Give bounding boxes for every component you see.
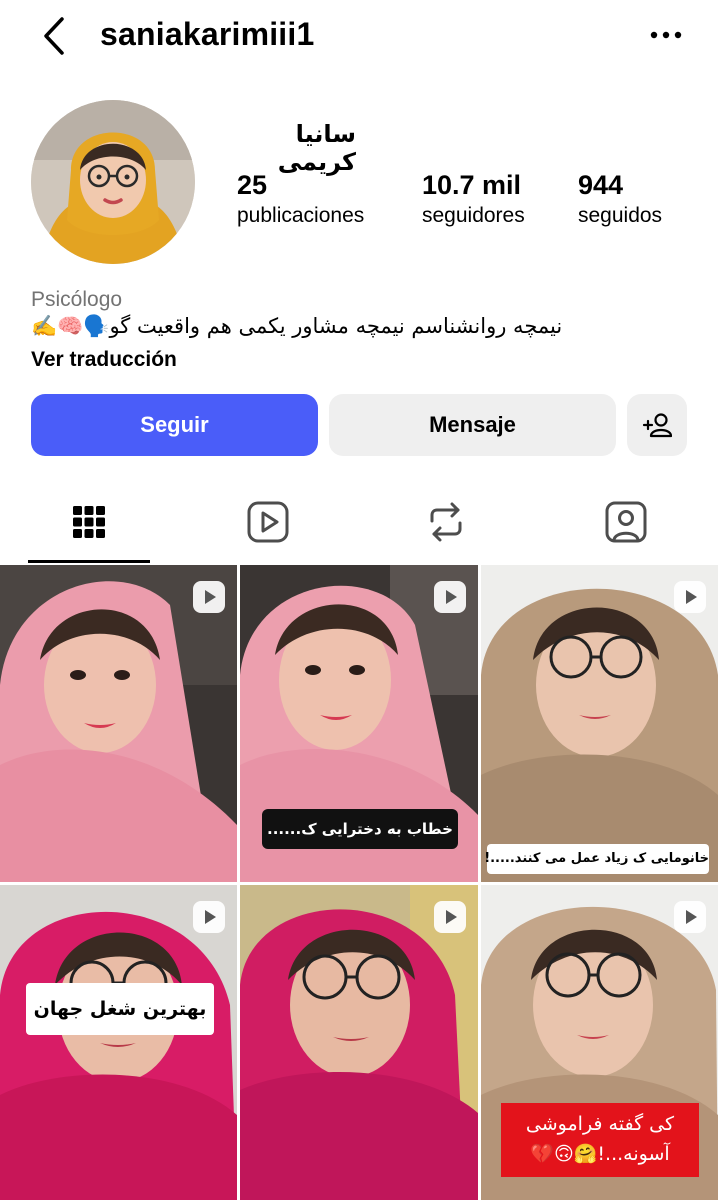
profile-category: Psicólogo [31,288,123,311]
tab-posts[interactable] [29,480,149,564]
followers-label: seguidores [422,204,525,227]
grid-post-3[interactable]: خانومایی ک زیاد عمل می کنند.....! [481,565,718,882]
posts-grid: خطاب به دخترایی ک...... خانومایی ک زیاد … [0,565,718,1200]
post-caption: خطاب به دخترایی ک...... [262,809,458,849]
posts-label: publicaciones [237,204,365,227]
grid-post-1[interactable] [0,565,237,882]
follow-button[interactable]: Seguir [31,394,318,456]
username-title: saniakarimiii1 [100,16,315,52]
grid-post-6[interactable]: کی گفته فراموشی آسونه...!🤗🙃💔 [481,885,718,1200]
post-caption: خانومایی ک زیاد عمل می کنند.....! [484,844,709,874]
following-stat[interactable]: 944 seguidos [578,168,662,230]
chevron-left-icon [44,17,64,55]
profile-header: saniakarimiii1 [0,0,718,80]
tab-reels[interactable] [208,480,328,564]
reel-indicator-icon [434,581,466,613]
reel-indicator-icon [193,581,225,613]
repost-icon [430,502,462,542]
more-horizontal-icon [650,31,682,39]
more-options-button[interactable] [644,20,688,50]
profile-tabs [0,480,718,566]
post-caption: کی گفته فراموشی آسونه...!🤗🙃💔 [501,1103,699,1177]
profile-avatar[interactable] [31,100,195,264]
grid-icon [73,506,105,538]
message-button[interactable]: Mensaje [329,394,616,456]
followers-count: 10.7 mil [422,170,522,200]
back-button[interactable] [34,14,74,58]
tab-reposts[interactable] [386,480,506,564]
grid-post-4[interactable]: بهترین شغل جهان [0,885,237,1200]
active-tab-indicator [28,560,150,563]
following-label: seguidos [578,204,663,227]
reel-indicator-icon [193,901,225,933]
suggested-accounts-button[interactable] [627,394,687,456]
posts-count: 25 [237,170,268,200]
reel-indicator-icon [674,901,706,933]
add-person-icon [642,413,672,438]
see-translation-link[interactable]: Ver traducción [31,348,177,372]
grid-post-2[interactable]: خطاب به دخترایی ک...... [240,565,478,882]
reel-indicator-icon [434,901,466,933]
posts-stat: 25 publicaciones [237,168,364,230]
profile-bio: نیمچه روانشناسم نیمچه مشاور یکمی هم واقع… [31,314,563,338]
grid-post-5[interactable] [240,885,478,1200]
reel-indicator-icon [674,581,706,613]
tagged-icon [605,501,647,543]
followers-stat[interactable]: 10.7 mil seguidores [422,168,525,230]
following-count: 944 [578,170,624,200]
reels-icon [247,501,289,543]
tab-tagged[interactable] [566,480,686,564]
post-caption: بهترین شغل جهان [26,983,214,1035]
